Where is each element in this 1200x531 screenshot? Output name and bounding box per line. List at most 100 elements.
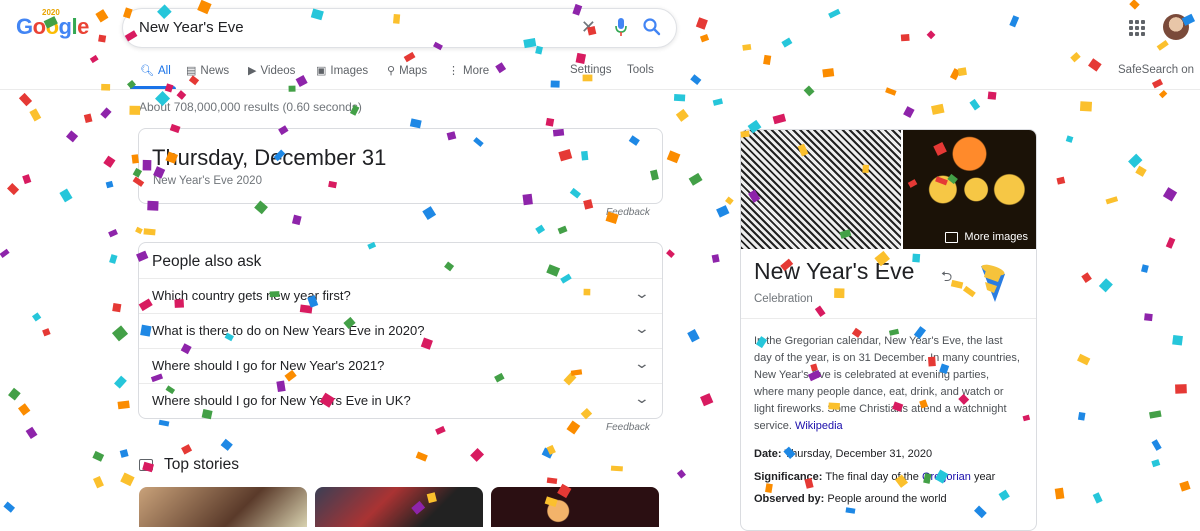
feedback-link[interactable]: Feedback	[606, 422, 650, 433]
tools-label: Tools	[627, 64, 654, 76]
news-icon: ▤	[186, 65, 197, 77]
confetti-piece	[1092, 492, 1103, 504]
confetti-piece	[1156, 40, 1169, 51]
confetti-piece	[29, 108, 42, 122]
more-images-button[interactable]: More images	[945, 231, 1028, 243]
confetti-piece	[557, 225, 568, 235]
avatar[interactable]	[1163, 14, 1189, 40]
confetti-piece	[65, 130, 79, 143]
paa-question[interactable]: Where should I go for New Year's 2021? ⌄	[139, 348, 662, 384]
date-answer-card: Thursday, December 31 New Year's Eve 202…	[138, 128, 663, 204]
google-logo[interactable]: 2020 Google	[16, 8, 89, 44]
confetti-piece	[25, 426, 38, 440]
confetti-piece	[105, 180, 114, 189]
paa-question-text: Which country gets new year first?	[152, 288, 351, 303]
logo-badge: 2020	[42, 8, 60, 17]
confetti-piece	[120, 472, 135, 487]
story-thumbnail[interactable]	[491, 487, 659, 527]
confetti-piece	[535, 224, 546, 235]
confetti-piece	[781, 37, 793, 48]
confetti-piece	[1151, 78, 1164, 89]
knowledge-panel-image[interactable]	[741, 130, 901, 249]
confetti-piece	[695, 17, 708, 30]
confetti-piece	[711, 254, 720, 263]
paa-question[interactable]: Which country gets new year first? ⌄	[139, 278, 662, 314]
search-box[interactable]: New Year's Eve ✕	[122, 8, 677, 48]
confetti-piece	[675, 108, 689, 122]
story-thumbnail[interactable]	[139, 487, 307, 527]
confetti-piece	[1179, 480, 1191, 492]
confetti-piece	[31, 312, 42, 322]
tab-all[interactable]: 🔍︎ All	[140, 64, 171, 78]
story-thumbnail[interactable]	[315, 487, 483, 527]
tab-maps[interactable]: ⚲ Maps	[387, 64, 427, 78]
confetti-piece	[828, 8, 841, 19]
apps-grid-icon[interactable]	[1129, 20, 1145, 36]
confetti-piece	[0, 248, 10, 258]
confetti-piece	[18, 92, 33, 107]
confetti-piece	[114, 375, 127, 389]
confetti-piece	[1149, 410, 1162, 419]
wikipedia-link[interactable]: Wikipedia	[795, 420, 843, 432]
tab-more[interactable]: ⋮ More	[448, 64, 489, 78]
confetti-piece	[725, 196, 734, 206]
confetti-piece	[1077, 411, 1086, 421]
tab-news[interactable]: ▤ News	[186, 64, 229, 78]
confetti-piece	[108, 228, 118, 238]
search-input[interactable]: New Year's Eve	[139, 19, 244, 36]
microphone-icon[interactable]	[614, 17, 628, 37]
tabs-divider	[0, 89, 1200, 90]
paa-question[interactable]: Where should I go for New Years Eve in U…	[139, 383, 662, 419]
confetti-piece	[1070, 52, 1081, 63]
confetti-piece	[666, 249, 675, 258]
close-icon[interactable]: ✕	[581, 17, 596, 38]
confetti-piece	[8, 387, 21, 401]
description-text: In the Gregorian calendar, New Year's Ev…	[754, 335, 1020, 432]
confetti-piece	[742, 43, 752, 51]
knowledge-panel-image[interactable]: More images	[903, 130, 1036, 249]
confetti-piece	[822, 68, 835, 78]
confetti-piece	[1162, 187, 1178, 202]
feedback-link[interactable]: Feedback	[606, 207, 650, 218]
confetti-piece	[112, 303, 122, 313]
confetti-piece	[699, 33, 710, 43]
confetti-piece	[403, 51, 416, 63]
confetti-piece	[158, 419, 170, 427]
confetti-piece	[1088, 58, 1102, 72]
confetti-piece	[1141, 264, 1149, 273]
divider	[741, 318, 1036, 319]
confetti-piece	[949, 68, 961, 81]
confetti-piece	[103, 155, 116, 168]
paa-title: People also ask	[152, 253, 262, 270]
confetti-piece	[900, 34, 910, 42]
confetti-piece	[119, 449, 129, 458]
gregorian-link[interactable]: Gregorian	[922, 471, 971, 483]
confetti-piece	[712, 98, 724, 106]
search-icon[interactable]	[642, 17, 662, 37]
settings-link[interactable]: Settings	[570, 64, 612, 76]
confetti-piece	[17, 403, 31, 416]
confetti-piece	[1128, 153, 1143, 168]
chevron-down-icon: ⌄	[633, 320, 651, 336]
tools-link[interactable]: Tools	[627, 64, 654, 76]
tab-images[interactable]: ▣ Images	[316, 64, 368, 78]
confetti-piece	[422, 206, 437, 220]
confetti-piece	[1098, 278, 1113, 293]
confetti-piece	[673, 94, 686, 102]
confetti-piece	[546, 444, 556, 455]
confetti-piece	[763, 54, 772, 65]
safesearch-link[interactable]: SafeSearch on	[1118, 64, 1194, 76]
fact-value: year	[973, 471, 996, 483]
confetti-piece	[716, 205, 730, 218]
tab-videos[interactable]: ▶ Videos	[248, 64, 295, 78]
paa-question[interactable]: What is there to do on New Years Eve in …	[139, 313, 662, 349]
confetti-piece	[135, 226, 143, 235]
confetti-piece	[1151, 459, 1161, 468]
settings-label: Settings	[570, 64, 612, 76]
confetti-piece	[470, 447, 485, 462]
confetti-piece	[176, 90, 187, 100]
more-images-label: More images	[964, 231, 1028, 243]
confetti-piece	[987, 91, 997, 100]
confetti-piece	[676, 469, 686, 479]
share-icon[interactable]: ⮌	[941, 266, 952, 290]
